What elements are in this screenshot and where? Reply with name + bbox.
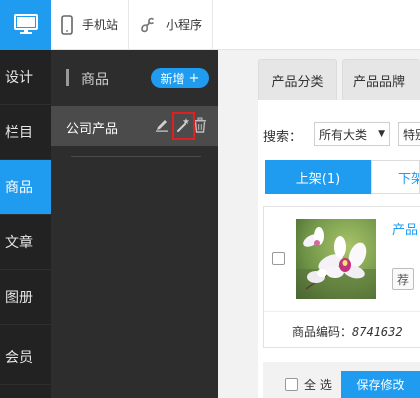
monitor-icon[interactable] xyxy=(0,0,51,50)
product-thumbnail[interactable] xyxy=(296,219,376,299)
category-panel: 商品 新增 + 公司产品 xyxy=(51,50,218,398)
mobile-site-button[interactable]: 手机站 xyxy=(51,0,128,50)
left-rail: 设计 栏目 商品 文章 图册 会员 xyxy=(0,0,51,398)
tab-label: 产品分类 xyxy=(271,75,324,90)
tab-label: 产品品牌 xyxy=(353,75,406,90)
off-shelf-label: 下架 xyxy=(398,171,419,187)
select-all-checkbox[interactable] xyxy=(285,378,298,391)
mobile-site-label: 手机站 xyxy=(82,18,119,32)
select-all-label: 全 选 xyxy=(304,378,332,392)
product-code-label: 商品编码： xyxy=(292,325,353,339)
rail-item-members[interactable]: 会员 xyxy=(0,330,51,385)
rail-item-albums[interactable]: 图册 xyxy=(0,270,51,325)
category-select-value: 所有大类 xyxy=(319,127,368,142)
tab-product-brand[interactable]: 产品品牌 xyxy=(342,59,420,101)
topbar-divider xyxy=(212,0,214,50)
on-shelf-label: 上架(1) xyxy=(295,171,341,187)
category-label: 公司产品 xyxy=(66,122,119,137)
mini-program-icon xyxy=(139,16,157,34)
rail-item-label: 会员 xyxy=(5,350,33,366)
edit-pencil-icon[interactable] xyxy=(152,115,172,135)
mini-program-button[interactable]: 小程序 xyxy=(129,0,212,50)
top-bar: 手机站 小程序 xyxy=(51,0,420,50)
add-label: 新增 xyxy=(160,71,185,86)
panel-divider xyxy=(71,156,201,157)
product-code-value: 8741632 xyxy=(352,325,403,339)
rail-item-design[interactable]: 设计 xyxy=(0,50,51,105)
search-label: 搜索： xyxy=(263,130,303,145)
rail-item-label: 文章 xyxy=(5,235,33,251)
rail-item-products[interactable]: 商品 xyxy=(0,160,51,215)
app-root: 设计 栏目 商品 文章 图册 会员 手机站 小程序 商品 新增 + 公司产品 产… xyxy=(0,0,420,398)
panel-title: 商品 xyxy=(81,72,109,88)
rail-item-columns[interactable]: 栏目 xyxy=(0,105,51,160)
off-shelf-filter[interactable]: 下架 xyxy=(371,160,420,194)
product-name-link[interactable]: 产品 xyxy=(392,219,418,238)
category-select[interactable]: 所有大类 ▼ xyxy=(314,122,390,146)
bulk-actions-bar: 全 选 保存修改 xyxy=(263,362,420,398)
card-divider xyxy=(264,311,420,312)
recommend-button[interactable]: 荐 xyxy=(392,268,414,290)
caret-down-icon: ▼ xyxy=(378,129,385,139)
tab-product-category[interactable]: 产品分类 xyxy=(258,59,337,101)
save-changes-label: 保存修改 xyxy=(356,378,405,392)
panel-header: 商品 新增 + xyxy=(51,50,218,105)
rail-item-label: 商品 xyxy=(5,180,33,196)
save-changes-button[interactable]: 保存修改 xyxy=(341,371,420,398)
on-shelf-filter[interactable]: 上架(1) xyxy=(265,160,371,194)
rail-item-label: 图册 xyxy=(5,290,33,306)
rail-item-label: 栏目 xyxy=(5,125,33,141)
add-category-button[interactable]: 新增 + xyxy=(151,68,209,88)
mini-program-label: 小程序 xyxy=(166,18,203,32)
product-code: 商品编码：8741632 xyxy=(292,323,403,340)
phone-icon xyxy=(61,14,73,35)
second-select[interactable]: 特别 xyxy=(398,122,420,146)
rail-item-articles[interactable]: 文章 xyxy=(0,215,51,270)
panel-title-marker xyxy=(66,69,69,86)
product-card: 产品 荐 商品编码：8741632 xyxy=(263,206,420,348)
product-checkbox[interactable] xyxy=(272,252,285,265)
highlight-box xyxy=(172,112,195,140)
second-select-value: 特别 xyxy=(403,127,420,142)
plus-icon: + xyxy=(188,70,200,86)
rail-item-label: 设计 xyxy=(5,70,33,86)
